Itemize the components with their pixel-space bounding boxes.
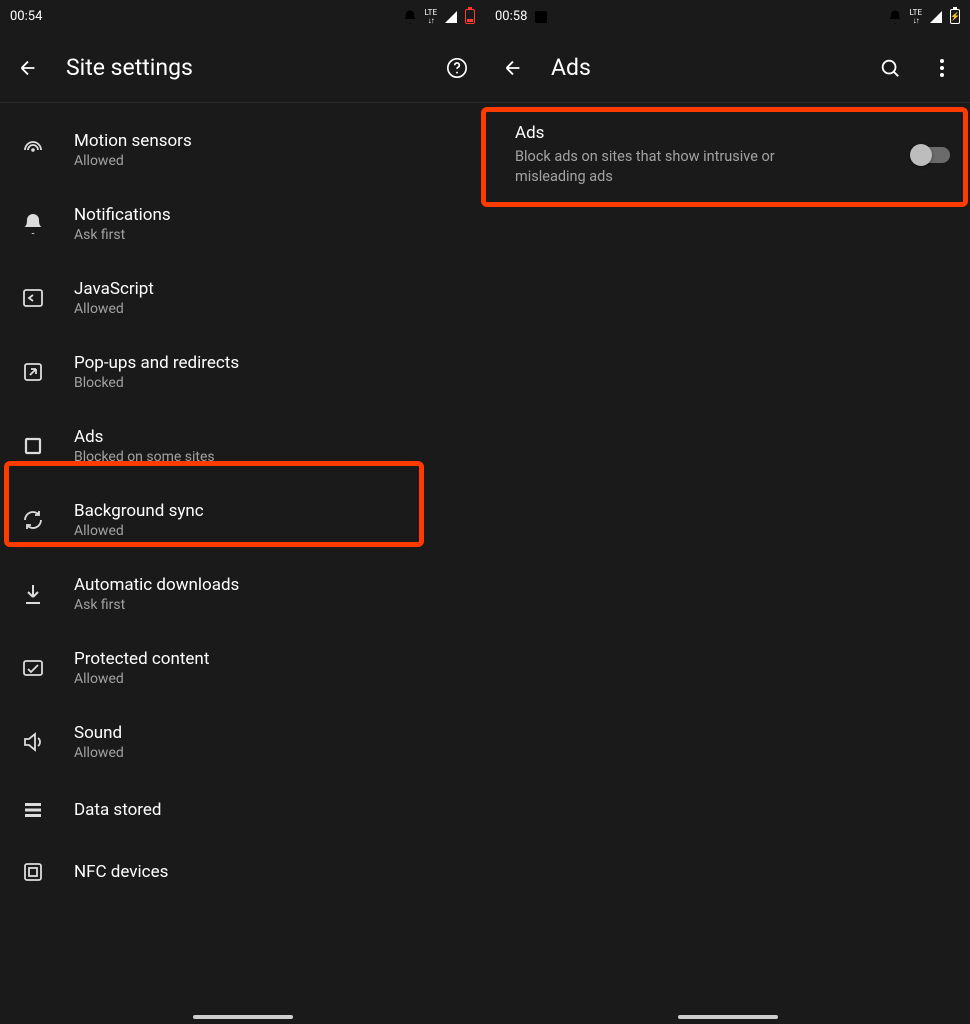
javascript-icon: [20, 285, 46, 311]
toggle-knob: [910, 144, 932, 166]
setting-label: Background sync: [74, 501, 204, 521]
popups-icon: [20, 359, 46, 385]
setting-label: NFC devices: [74, 862, 168, 882]
data-stored-icon: [20, 797, 46, 823]
screen-ads: 00:58 LTE ↓↑ ⚡ Ads Ads Block ads on site…: [485, 0, 970, 1024]
ads-toggle-label: Ads: [515, 123, 896, 143]
lte-indicator: LTE ↓↑: [909, 9, 922, 25]
status-bar: 00:54 LTE ↓↑: [0, 0, 485, 33]
page-title: Ads: [551, 54, 852, 81]
ads-toggle-row[interactable]: Ads Block ads on sites that show intrusi…: [485, 103, 970, 208]
signal-icon: [443, 9, 459, 25]
setting-data-stored[interactable]: Data stored: [0, 779, 485, 841]
lte-indicator: LTE ↓↑: [424, 9, 437, 25]
setting-nfc-devices[interactable]: NFC devices: [0, 841, 485, 889]
ads-icon: [20, 433, 46, 459]
setting-label: Automatic downloads: [74, 575, 239, 595]
sound-icon: [20, 729, 46, 755]
nav-handle[interactable]: [193, 1015, 293, 1019]
settings-list[interactable]: Motion sensors Allowed Notifications Ask f…: [0, 103, 485, 1024]
setting-sub: Ask first: [74, 597, 239, 613]
setting-label: Data stored: [74, 800, 162, 820]
signal-icon: [928, 9, 944, 25]
motion-sensors-icon: [20, 137, 46, 163]
ads-toggle-sub: Block ads on sites that show intrusive o…: [515, 147, 825, 188]
alarm-off-icon: [887, 9, 903, 25]
setting-sub: Allowed: [74, 745, 124, 761]
setting-label: Notifications: [74, 205, 171, 225]
battery-low-icon: [465, 9, 475, 24]
setting-popups[interactable]: Pop-ups and redirects Blocked: [0, 335, 485, 409]
app-bar: Ads: [485, 33, 970, 103]
protected-content-icon: [20, 655, 46, 681]
battery-charging-icon: ⚡: [950, 9, 960, 24]
nav-handle[interactable]: [678, 1015, 778, 1019]
setting-sub: Allowed: [74, 523, 204, 539]
setting-protected-content[interactable]: Protected content Allowed: [0, 631, 485, 705]
setting-automatic-downloads[interactable]: Automatic downloads Ask first: [0, 557, 485, 631]
alarm-off-icon: [402, 9, 418, 25]
setting-ads[interactable]: Ads Blocked on some sites: [0, 409, 485, 483]
setting-javascript[interactable]: JavaScript Allowed: [0, 261, 485, 335]
screen-site-settings: 00:54 LTE ↓↑ Site settings Motion sensor…: [0, 0, 485, 1024]
app-bar: Site settings: [0, 33, 485, 103]
nfc-icon: [20, 859, 46, 885]
setting-label: Sound: [74, 723, 124, 743]
setting-motion-sensors[interactable]: Motion sensors Allowed: [0, 113, 485, 187]
back-button[interactable]: [14, 54, 42, 82]
ads-toggle[interactable]: [912, 147, 950, 163]
setting-sub: Blocked: [74, 375, 239, 391]
status-time: 00:58: [495, 9, 527, 24]
more-icon: [940, 59, 944, 77]
status-bar: 00:58 LTE ↓↑ ⚡: [485, 0, 970, 33]
notifications-icon: [20, 211, 46, 237]
status-time: 00:54: [10, 9, 42, 24]
search-button[interactable]: [876, 54, 904, 82]
automatic-downloads-icon: [20, 581, 46, 607]
setting-sub: Blocked on some sites: [74, 449, 215, 465]
setting-sub: Allowed: [74, 671, 209, 687]
page-title: Site settings: [66, 54, 419, 81]
more-button[interactable]: [928, 54, 956, 82]
setting-notifications[interactable]: Notifications Ask first: [0, 187, 485, 261]
setting-label: Protected content: [74, 649, 209, 669]
screenshot-icon: [533, 9, 549, 25]
help-button[interactable]: [443, 54, 471, 82]
back-button[interactable]: [499, 54, 527, 82]
setting-sub: Allowed: [74, 153, 192, 169]
setting-label: JavaScript: [74, 279, 154, 299]
setting-sound[interactable]: Sound Allowed: [0, 705, 485, 779]
setting-label: Ads: [74, 427, 215, 447]
background-sync-icon: [20, 507, 46, 533]
setting-sub: Ask first: [74, 227, 171, 243]
setting-sub: Allowed: [74, 301, 154, 317]
setting-background-sync[interactable]: Background sync Allowed: [0, 483, 485, 557]
setting-label: Motion sensors: [74, 131, 192, 151]
setting-label: Pop-ups and redirects: [74, 353, 239, 373]
